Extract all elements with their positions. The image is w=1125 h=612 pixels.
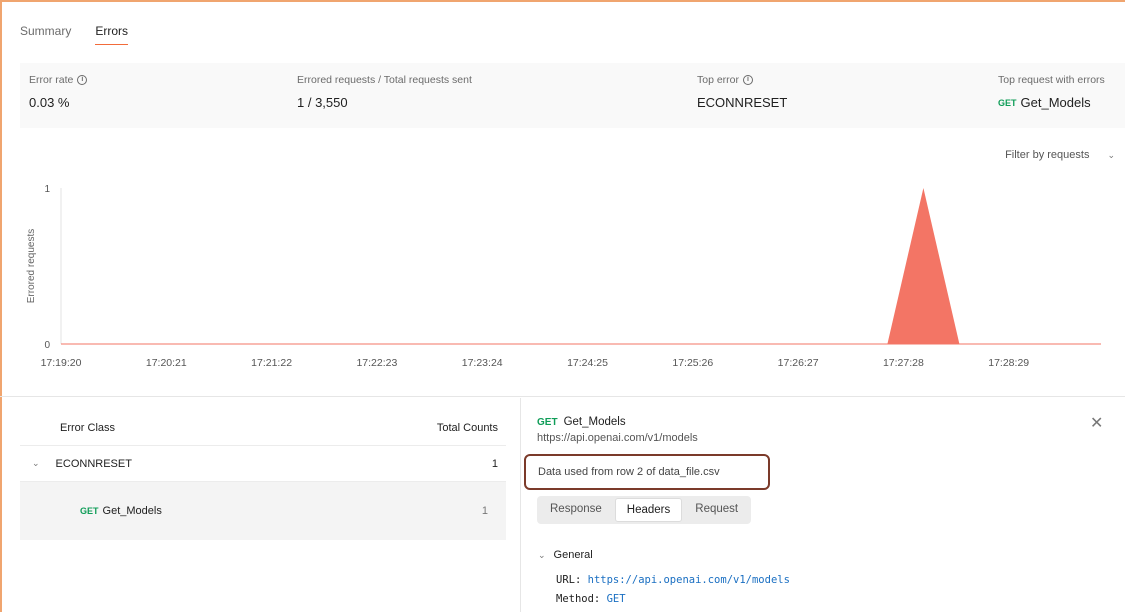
y-tick-label: 1: [44, 184, 50, 195]
request-detail-panel: GET Get_Models https://api.openai.com/v1…: [537, 416, 1107, 444]
metric-value: 1 / 3,550: [297, 95, 348, 110]
x-tick-label: 17:26:27: [778, 357, 819, 369]
tab-summary[interactable]: Summary: [20, 24, 71, 45]
method-value: GET: [606, 593, 626, 605]
close-icon[interactable]: ✕: [1090, 416, 1103, 432]
y-tick-label: 0: [44, 340, 50, 351]
request-name: Get_Models: [1020, 95, 1091, 110]
x-tick-label: 17:20:21: [146, 357, 187, 369]
chevron-down-icon: ⌄: [538, 549, 546, 560]
error-count: 1: [491, 457, 498, 470]
table-header: Error Class Total Counts: [20, 410, 506, 446]
table-subrow[interactable]: GET Get_Models 1: [20, 482, 506, 540]
data-source-note: Data used from row 2 of data_file.csv: [524, 454, 770, 490]
url-field: URL: https://api.openai.com/v1/models: [556, 574, 790, 586]
table-row[interactable]: ⌄ ECONNRESET 1: [20, 446, 506, 482]
x-tick-label: 17:19:20: [41, 357, 82, 369]
detail-title: GET Get_Models: [537, 416, 1107, 428]
info-icon[interactable]: i: [77, 75, 88, 85]
metric-errored-total: Errored requests / Total requests sent 1…: [297, 74, 472, 110]
detail-segmented-control: Response Headers Request: [537, 496, 752, 524]
url-key: URL:: [556, 574, 582, 586]
request-name: Get_Models: [102, 505, 162, 517]
filter-by-requests-dropdown[interactable]: Filter by requests ⌄: [1005, 149, 1115, 161]
metric-label: Top error: [697, 74, 740, 86]
chevron-down-icon: ⌄: [1107, 149, 1115, 160]
method-badge: GET: [80, 506, 99, 516]
y-axis-label: Errored requests: [26, 229, 37, 303]
metric-value: ECONNRESET: [697, 95, 788, 110]
method-key: Method:: [556, 593, 601, 605]
info-icon[interactable]: i: [743, 75, 754, 85]
col-total-counts: Total Counts: [436, 421, 498, 434]
y-ticks: 01: [44, 184, 50, 351]
metric-top-error: Top error i ECONNRESET: [697, 74, 787, 110]
metric-error-rate: Error rate i 0.03 %: [29, 74, 88, 110]
error-area[interactable]: [887, 188, 960, 344]
col-error-class: Error Class: [60, 421, 116, 434]
x-ticks: 17:19:20 17:20:21 17:21:22 17:22:23 17:23:24…: [41, 357, 1030, 369]
tab-headers[interactable]: Headers: [614, 498, 683, 522]
x-tick-label: 17:23:24: [462, 357, 503, 369]
metric-value[interactable]: GET Get_Models: [998, 95, 1105, 110]
error-class-table: Error Class Total Counts ⌄ ECONNRESET 1 …: [20, 410, 506, 540]
request-name: Get_Models: [563, 416, 626, 428]
method-badge: GET: [537, 416, 558, 428]
method-badge: GET: [998, 97, 1017, 108]
x-tick-label: 17:24:25: [567, 357, 608, 369]
tab-request[interactable]: Request: [684, 498, 749, 522]
url-value[interactable]: https://api.openai.com/v1/models: [588, 574, 790, 586]
method-field: Method: GET: [556, 593, 626, 605]
divider: [0, 396, 1125, 397]
tab-bar: Summary Errors: [20, 24, 129, 45]
request-count: 1: [481, 505, 488, 517]
request-url: https://api.openai.com/v1/models: [537, 432, 698, 444]
x-tick-label: 17:25:26: [672, 357, 713, 369]
general-section-toggle[interactable]: ⌄ General: [538, 549, 593, 561]
metric-label: Errored requests / Total requests sent: [297, 74, 472, 86]
chevron-down-icon[interactable]: ⌄: [32, 458, 40, 469]
metric-top-request: Top request with errors GET Get_Models: [998, 74, 1105, 110]
tab-response[interactable]: Response: [539, 498, 613, 522]
x-tick-label: 17:21:22: [251, 357, 292, 369]
errors-chart: Errored requests 01 17:19:20 17:20:21 17:2…: [26, 184, 1101, 369]
x-tick-label: 17:28:29: [988, 357, 1029, 369]
vertical-divider: [520, 398, 521, 612]
metric-value: 0.03 %: [29, 95, 70, 110]
general-label: General: [553, 549, 593, 561]
tab-errors[interactable]: Errors: [95, 24, 129, 45]
error-class-name: ECONNRESET: [55, 457, 132, 470]
metric-label: Top request with errors: [998, 74, 1105, 86]
x-tick-label: 17:27:28: [883, 357, 924, 369]
data-note-text: Data used from row 2 of data_file.csv: [538, 466, 720, 478]
metric-label: Error rate: [29, 74, 74, 86]
metrics-bar: Error rate i 0.03 % Errored requests / To…: [20, 63, 1125, 128]
filter-label: Filter by requests: [1005, 149, 1090, 161]
x-tick-label: 17:22:23: [356, 357, 397, 369]
